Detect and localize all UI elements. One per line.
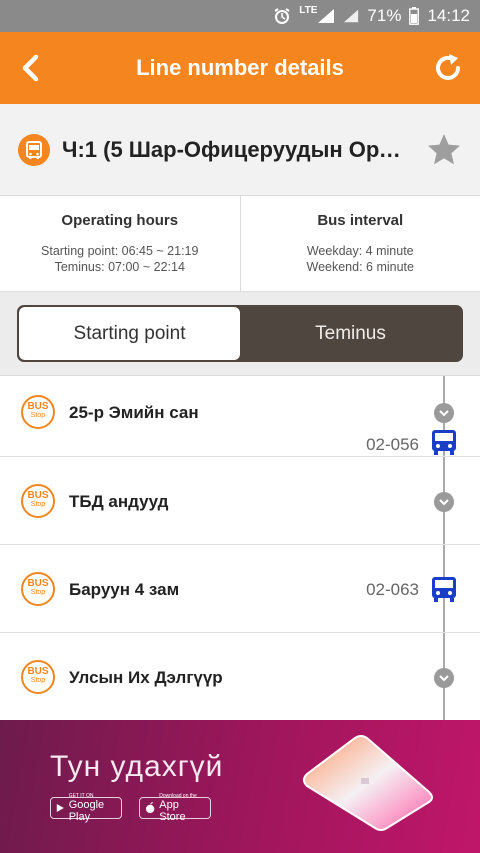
back-arrow-icon[interactable] [14,50,50,86]
bus-interval-weekend: Weekend: 6 minute [306,260,414,274]
app-bar: Line number details [0,32,480,104]
signal-icon-2 [343,8,359,24]
bus-interval-title: Bus interval [317,212,404,229]
bus-stop-icon: BUS Stop [21,572,55,606]
info-panels: Operating hours Starting point: 06:45 ~ … [0,196,480,292]
battery-level: 71% [367,6,402,25]
direction-toggle: Starting point Teminus [17,305,463,362]
chevron-down-icon[interactable] [434,492,454,512]
bus-stop-icon-subtext: Stop [30,589,46,596]
signal-icon: LTE [299,5,335,24]
bus-interval-weekday: Weekday: 4 minute [306,244,414,258]
page-title: Line number details [136,55,344,80]
bus-stop-icon-text: BUS [27,490,49,501]
play-icon [56,804,64,812]
operating-hours-end: Teminus: 07:00 ~ 22:14 [54,260,185,274]
bus-stop-icon-subtext: Stop [30,501,46,508]
clock: 14:12 [427,6,470,25]
bus-stop-icon-text: BUS [27,666,49,677]
stop-name: 25-р Эмийн сан [69,403,199,422]
tab-teminus[interactable]: Teminus [240,307,461,360]
bus-number: 02-056 [366,435,419,454]
chevron-down-icon[interactable] [434,668,454,688]
stop-name: Улсын Их Дэлгүүр [69,668,223,687]
list-item[interactable]: BUS Stop Улсын Их Дэлгүүр [0,634,480,720]
bus-stop-icon-text: BUS [27,401,49,412]
operating-hours-start: Starting point: 06:45 ~ 21:19 [41,244,199,258]
bus-stop-icon-text: BUS [27,578,49,589]
bus-stop-icon-subtext: Stop [30,677,46,684]
operating-hours-title: Operating hours [61,212,179,229]
operating-hours-panel: Operating hours Starting point: 06:45 ~ … [0,196,240,291]
battery-icon [409,7,420,25]
stop-list: BUS Stop 25-р Эмийн сан 02-056 BUS Stop … [0,376,480,720]
stop-name: Баруун 4 зам [69,580,180,599]
bus-stop-icon: BUS Stop [21,395,55,429]
list-item[interactable]: BUS Stop ТБД андууд [0,458,480,545]
bus-interval-panel: Bus interval Weekday: 4 minute Weekend: … [239,196,480,291]
list-item[interactable]: BUS Stop 25-р Эмийн сан 02-056 [0,376,480,457]
ad-slogan: Тун удахгүй [50,750,224,783]
route-header: Ч:1 (5 Шар-Офицеруудын Ордон) [0,104,480,196]
bus-number: 02-063 [366,580,419,599]
favorite-star-icon[interactable] [426,132,462,173]
app-store-label: App Store [159,799,186,823]
stop-name: ТБД андууд [69,492,169,511]
bus-icon [430,428,458,456]
refresh-icon[interactable] [432,52,464,84]
bus-icon [18,134,50,166]
bus-stop-icon: BUS Stop [21,660,55,694]
google-play-label: Google Play [68,799,105,823]
ad-banner[interactable]: Тун удахгүй GET IT ON Google Play Downlo… [0,720,480,853]
list-item[interactable]: BUS Stop Баруун 4 зам 02-063 [0,546,480,633]
alarm-icon [273,7,291,25]
chevron-down-icon[interactable] [434,403,454,423]
phone-illustration [295,734,435,832]
network-type: LTE [299,5,318,16]
bus-stop-icon-subtext: Stop [30,412,46,419]
tab-starting-point[interactable]: Starting point [19,307,240,360]
direction-toggle-area: Starting point Teminus [0,292,480,376]
app-store-badge[interactable]: Download on the App Store [139,793,211,823]
google-play-badge[interactable]: GET IT ON Google Play [50,793,122,823]
apple-icon [145,802,155,814]
status-bar: LTE 71% 14:12 [0,0,480,32]
bus-stop-icon: BUS Stop [21,484,55,518]
route-name: Ч:1 (5 Шар-Офицеруудын Ордон) [62,137,402,162]
bus-icon [430,575,458,603]
